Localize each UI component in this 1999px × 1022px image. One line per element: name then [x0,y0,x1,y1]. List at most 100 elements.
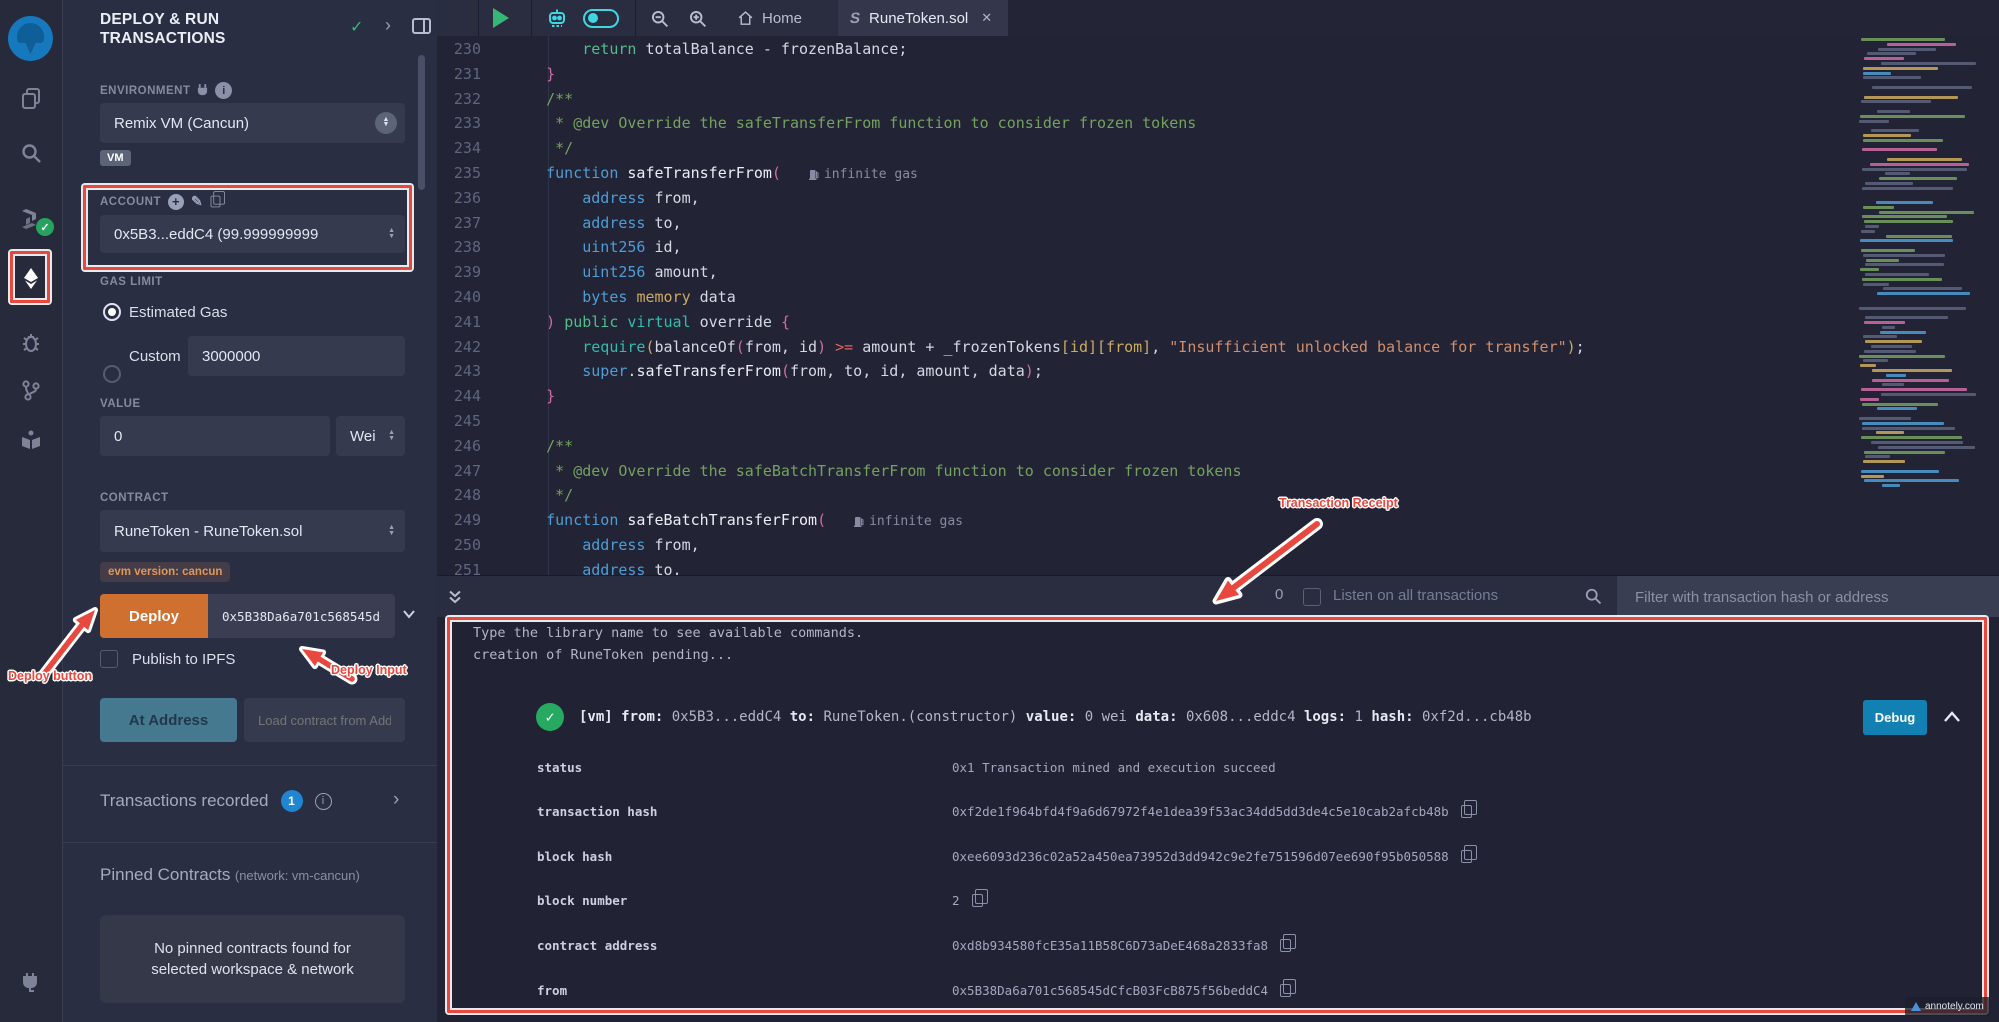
constructor-expand-chevron-icon[interactable] [401,606,417,626]
code-line-248[interactable]: 248 */ [437,483,573,508]
estimated-gas-radio[interactable] [103,303,121,321]
line-number[interactable]: 243 [437,359,481,384]
line-number[interactable]: 245 [437,409,481,434]
account-stepper-icon[interactable]: ▲▼ [388,228,395,240]
deploy-constructor-input[interactable] [208,594,395,638]
at-address-input[interactable] [244,698,405,742]
at-address-button[interactable]: At Address [100,698,237,742]
copy-icon[interactable] [1461,805,1472,818]
copilot-toggle[interactable] [583,0,619,36]
code-line-234[interactable]: 234 */ [437,136,573,161]
tab-home[interactable]: Home [737,0,802,36]
line-number[interactable]: 251 [437,558,481,575]
remix-ai-logo-icon[interactable] [8,16,53,61]
line-number[interactable]: 246 [437,434,481,459]
line-number[interactable]: 247 [437,459,481,484]
panel-scrollbar[interactable] [418,55,425,190]
code-line-236[interactable]: 236 address from, [437,186,700,211]
code-line-244[interactable]: 244 } [437,384,555,409]
run-script-icon[interactable] [493,0,509,36]
code-line-235[interactable]: 235 function safeTransferFrom(infinite g… [437,161,918,186]
tx-collapse-icon[interactable] [1943,709,1961,728]
search-icon[interactable] [18,140,44,166]
code-line-232[interactable]: 232 /** [437,87,573,112]
copy-icon[interactable] [972,894,983,907]
ai-assistant-icon[interactable] [545,0,569,36]
zoom-out-icon[interactable] [649,0,670,36]
transactions-info-icon[interactable]: i [315,793,332,810]
code-line-238[interactable]: 238 uint256 id, [437,235,682,260]
git-icon[interactable] [18,377,44,403]
add-account-icon[interactable]: + [168,194,184,210]
line-number[interactable]: 238 [437,235,481,260]
line-number[interactable]: 233 [437,111,481,136]
tab-runetoken-sol[interactable]: S RuneToken.sol ✕ [838,0,1008,36]
panel-expand-icon[interactable]: › [385,15,391,36]
line-number[interactable]: 237 [437,211,481,236]
zoom-in-icon[interactable] [687,0,708,36]
publish-ipfs-checkbox[interactable] [100,650,118,668]
listen-all-transactions-checkbox[interactable] [1303,588,1321,606]
panel-layout-icon[interactable] [412,18,431,34]
terminal-search-icon[interactable] [1583,586,1603,611]
account-select[interactable]: 0x5B3...eddC4 (99.999999999 ▲▼ [100,215,405,253]
code-line-237[interactable]: 237 address to, [437,211,682,236]
value-unit-stepper-icon[interactable]: ▲▼ [388,430,395,442]
code-line-233[interactable]: 233 * @dev Override the safeTransferFrom… [437,111,1196,136]
code-line-246[interactable]: 246 /** [437,434,573,459]
line-number[interactable]: 249 [437,508,481,533]
environment-select[interactable]: Remix VM (Cancun) ▲▼ [100,103,405,143]
editor-minimap[interactable] [1857,38,1993,490]
code-line-241[interactable]: 241 ) public virtual override { [437,310,790,335]
contract-select[interactable]: RuneToken - RuneToken.sol ▲▼ [100,510,405,552]
line-number[interactable]: 242 [437,335,481,360]
code-line-247[interactable]: 247 * @dev Override the safeBatchTransfe… [437,459,1242,484]
code-line-243[interactable]: 243 super.safeTransferFrom(from, to, id,… [437,359,1043,384]
line-number[interactable]: 239 [437,260,481,285]
code-editor[interactable]: 230 return totalBalance - frozenBalance;… [437,36,1999,575]
line-number[interactable]: 240 [437,285,481,310]
terminal-expand-icon[interactable] [447,589,463,610]
code-line-240[interactable]: 240 bytes memory data [437,285,736,310]
edit-account-icon[interactable]: ✎ [191,193,203,210]
transactions-expand-chevron[interactable]: › [393,789,399,811]
environment-stepper-icon[interactable]: ▲▼ [375,112,397,134]
learneth-icon[interactable] [18,427,44,453]
line-number[interactable]: 234 [437,136,481,161]
line-number[interactable]: 241 [437,310,481,335]
tab-close-icon[interactable]: ✕ [981,10,992,26]
copy-icon[interactable] [1280,939,1291,952]
line-number[interactable]: 232 [437,87,481,112]
copy-icon[interactable] [1461,850,1472,863]
code-line-230[interactable]: 230 return totalBalance - frozenBalance; [437,37,907,62]
plugin-manager-icon[interactable] [18,969,44,995]
line-number[interactable]: 244 [437,384,481,409]
code-line-251[interactable]: 251 address to, [437,558,682,575]
code-line-249[interactable]: 249 function safeBatchTransferFrom(infin… [437,508,963,533]
code-line-231[interactable]: 231 } [437,62,555,87]
environment-info-icon[interactable]: i [215,82,232,99]
tx-summary-line[interactable]: [vm] from: 0x5B3...eddC4 to: RuneToken.(… [579,709,1839,725]
code-line-242[interactable]: 242 require(balanceOf(from, id) >= amoun… [437,335,1585,360]
deploy-button[interactable]: Deploy [100,594,208,638]
line-number[interactable]: 248 [437,483,481,508]
debug-button[interactable]: Debug [1863,700,1927,735]
line-number[interactable]: 231 [437,62,481,87]
deploy-and-run-icon[interactable] [18,265,44,291]
code-line-239[interactable]: 239 uint256 amount, [437,260,718,285]
debugger-icon[interactable] [18,329,44,355]
copy-account-icon[interactable] [211,196,221,208]
code-line-250[interactable]: 250 address from, [437,533,700,558]
value-input[interactable] [100,416,330,456]
code-line-245[interactable]: 245 [437,409,510,434]
copy-icon[interactable] [1280,984,1291,997]
terminal-filter-input[interactable] [1617,576,1999,618]
file-explorer-icon[interactable] [18,85,44,111]
custom-gas-input[interactable] [188,336,405,376]
line-number[interactable]: 235 [437,161,481,186]
value-unit-select[interactable]: Wei ▲▼ [336,416,405,456]
line-number[interactable]: 250 [437,533,481,558]
line-number[interactable]: 236 [437,186,481,211]
line-number[interactable]: 230 [437,37,481,62]
custom-gas-radio[interactable] [103,365,121,383]
